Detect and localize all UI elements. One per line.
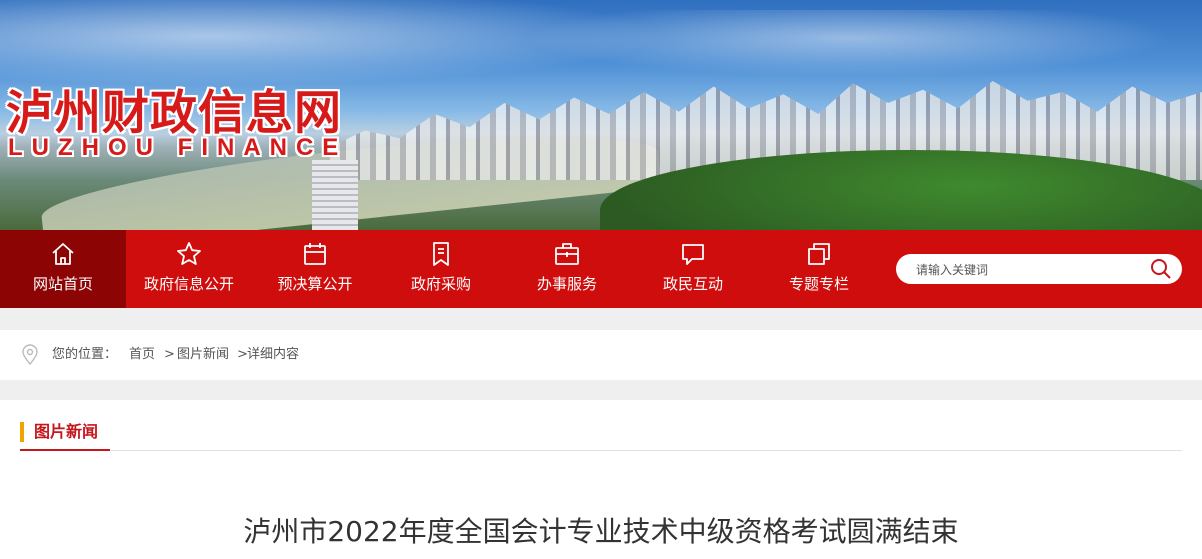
breadcrumb-separator: > — [164, 347, 175, 362]
breadcrumb-prefix: 您的位置： — [52, 347, 118, 362]
briefcase-icon — [555, 243, 579, 265]
nav-item-interaction[interactable]: 政民互动 — [630, 230, 756, 308]
nav-item-gov-info[interactable]: 政府信息公开 — [126, 230, 252, 308]
nav-item-procurement[interactable]: 政府采购 — [378, 230, 504, 308]
nav-item-label: 专题专栏 — [788, 275, 849, 293]
search-box — [896, 254, 1182, 284]
search-input[interactable] — [914, 259, 1138, 281]
section-header: 图片新闻 — [20, 422, 1182, 451]
location-pin-icon — [22, 344, 38, 366]
document-icon — [433, 242, 449, 266]
banner-cloud — [500, 10, 1200, 80]
main-content: 图片新闻 泸州市2022年度全国会计专业技术中级资格考试圆满结束 — [0, 400, 1202, 559]
calendar-icon — [304, 243, 326, 265]
section-accent-bar — [20, 422, 24, 442]
breadcrumb-section-link[interactable]: 图片新闻 — [177, 347, 229, 363]
nav-item-services[interactable]: 办事服务 — [504, 230, 630, 308]
nav-item-home[interactable]: 网站首页 — [0, 230, 126, 308]
home-icon — [52, 243, 74, 265]
nav-item-label: 办事服务 — [536, 275, 597, 293]
nav-item-label: 网站首页 — [32, 275, 93, 293]
search-icon[interactable] — [1150, 258, 1172, 280]
section-title: 图片新闻 — [34, 422, 99, 441]
nav-item-budget[interactable]: 预决算公开 — [252, 230, 378, 308]
article-title: 泸州市2022年度全国会计专业技术中级资格考试圆满结束 — [243, 515, 959, 548]
star-icon — [177, 242, 201, 265]
nav-item-label: 政府采购 — [410, 275, 471, 293]
site-subtitle: LUZHOU FINANCE — [8, 134, 348, 161]
copy-icon — [808, 243, 830, 265]
site-title: 泸州财政信息网 — [6, 86, 342, 141]
nav-item-label: 预决算公开 — [277, 275, 353, 293]
nav-item-topics[interactable]: 专题专栏 — [756, 230, 882, 308]
nav-item-label: 政府信息公开 — [143, 275, 234, 293]
section-underline — [20, 449, 110, 451]
breadcrumb: 您的位置： 首页 > 图片新闻 > 详细内容 — [0, 330, 1202, 380]
banner-tower — [312, 160, 358, 230]
chat-icon — [682, 244, 704, 265]
breadcrumb-current: 详细内容 — [247, 347, 300, 362]
nav-item-label: 政民互动 — [662, 275, 723, 293]
header-banner: 泸州财政信息网 LUZHOU FINANCE — [0, 0, 1202, 230]
breadcrumb-home-link[interactable]: 首页 — [129, 347, 155, 363]
main-nav: 网站首页 政府信息公开 预决算公开 政府采购 办事服务 政民互动 专题专栏 请输… — [0, 230, 1202, 308]
